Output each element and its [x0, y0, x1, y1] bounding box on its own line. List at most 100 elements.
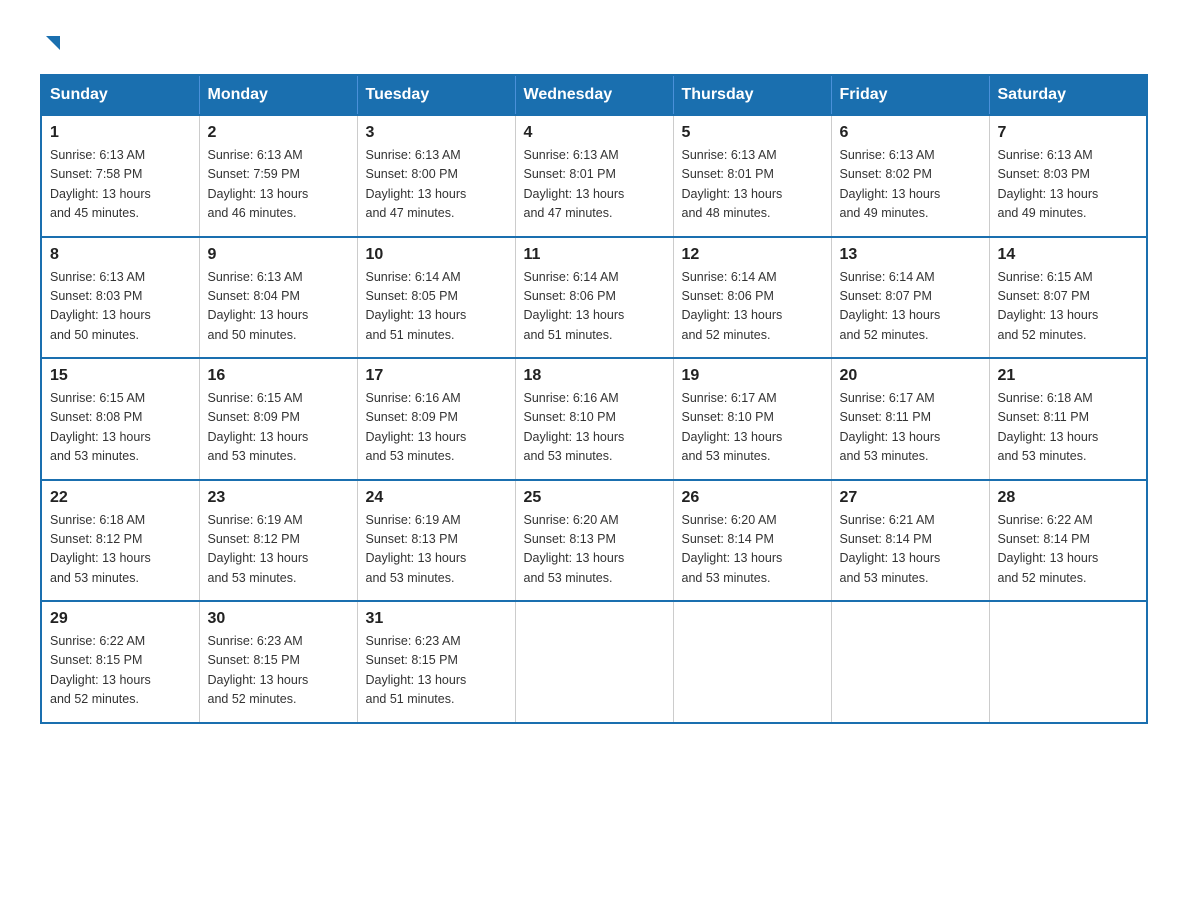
- day-info: Sunrise: 6:15 AM Sunset: 8:08 PM Dayligh…: [50, 389, 191, 467]
- calendar-cell: 7 Sunrise: 6:13 AM Sunset: 8:03 PM Dayli…: [989, 115, 1147, 237]
- day-number: 2: [208, 124, 349, 142]
- calendar-cell: 16 Sunrise: 6:15 AM Sunset: 8:09 PM Dayl…: [199, 358, 357, 480]
- logo-triangle-icon: [42, 32, 64, 54]
- weekday-header-friday: Friday: [831, 75, 989, 115]
- day-info: Sunrise: 6:23 AM Sunset: 8:15 PM Dayligh…: [208, 632, 349, 710]
- calendar-cell: 23 Sunrise: 6:19 AM Sunset: 8:12 PM Dayl…: [199, 480, 357, 602]
- day-info: Sunrise: 6:14 AM Sunset: 8:06 PM Dayligh…: [682, 268, 823, 346]
- day-number: 31: [366, 610, 507, 628]
- calendar-cell: 15 Sunrise: 6:15 AM Sunset: 8:08 PM Dayl…: [41, 358, 199, 480]
- day-info: Sunrise: 6:14 AM Sunset: 8:06 PM Dayligh…: [524, 268, 665, 346]
- day-info: Sunrise: 6:13 AM Sunset: 8:01 PM Dayligh…: [524, 146, 665, 224]
- calendar-cell: 6 Sunrise: 6:13 AM Sunset: 8:02 PM Dayli…: [831, 115, 989, 237]
- day-info: Sunrise: 6:13 AM Sunset: 7:59 PM Dayligh…: [208, 146, 349, 224]
- day-number: 8: [50, 246, 191, 264]
- calendar-cell: 17 Sunrise: 6:16 AM Sunset: 8:09 PM Dayl…: [357, 358, 515, 480]
- calendar-cell: 3 Sunrise: 6:13 AM Sunset: 8:00 PM Dayli…: [357, 115, 515, 237]
- day-info: Sunrise: 6:19 AM Sunset: 8:12 PM Dayligh…: [208, 511, 349, 589]
- day-info: Sunrise: 6:18 AM Sunset: 8:11 PM Dayligh…: [998, 389, 1139, 467]
- logo: [40, 30, 64, 54]
- weekday-header-saturday: Saturday: [989, 75, 1147, 115]
- day-number: 15: [50, 367, 191, 385]
- day-info: Sunrise: 6:16 AM Sunset: 8:09 PM Dayligh…: [366, 389, 507, 467]
- calendar-cell: 11 Sunrise: 6:14 AM Sunset: 8:06 PM Dayl…: [515, 237, 673, 359]
- day-info: Sunrise: 6:22 AM Sunset: 8:15 PM Dayligh…: [50, 632, 191, 710]
- calendar-cell: [831, 601, 989, 723]
- calendar-cell: 2 Sunrise: 6:13 AM Sunset: 7:59 PM Dayli…: [199, 115, 357, 237]
- day-number: 17: [366, 367, 507, 385]
- weekday-header-wednesday: Wednesday: [515, 75, 673, 115]
- header: [40, 30, 1148, 54]
- day-info: Sunrise: 6:15 AM Sunset: 8:09 PM Dayligh…: [208, 389, 349, 467]
- day-number: 22: [50, 489, 191, 507]
- day-info: Sunrise: 6:19 AM Sunset: 8:13 PM Dayligh…: [366, 511, 507, 589]
- day-number: 5: [682, 124, 823, 142]
- weekday-header-thursday: Thursday: [673, 75, 831, 115]
- calendar-cell: 28 Sunrise: 6:22 AM Sunset: 8:14 PM Dayl…: [989, 480, 1147, 602]
- day-info: Sunrise: 6:13 AM Sunset: 8:03 PM Dayligh…: [998, 146, 1139, 224]
- week-row-1: 1 Sunrise: 6:13 AM Sunset: 7:58 PM Dayli…: [41, 115, 1147, 237]
- day-number: 10: [366, 246, 507, 264]
- calendar-cell: 19 Sunrise: 6:17 AM Sunset: 8:10 PM Dayl…: [673, 358, 831, 480]
- day-number: 11: [524, 246, 665, 264]
- day-number: 29: [50, 610, 191, 628]
- day-info: Sunrise: 6:23 AM Sunset: 8:15 PM Dayligh…: [366, 632, 507, 710]
- calendar-cell: 25 Sunrise: 6:20 AM Sunset: 8:13 PM Dayl…: [515, 480, 673, 602]
- calendar-cell: 9 Sunrise: 6:13 AM Sunset: 8:04 PM Dayli…: [199, 237, 357, 359]
- calendar-cell: 13 Sunrise: 6:14 AM Sunset: 8:07 PM Dayl…: [831, 237, 989, 359]
- day-number: 3: [366, 124, 507, 142]
- weekday-header-sunday: Sunday: [41, 75, 199, 115]
- day-info: Sunrise: 6:17 AM Sunset: 8:11 PM Dayligh…: [840, 389, 981, 467]
- day-number: 7: [998, 124, 1139, 142]
- calendar-cell: 10 Sunrise: 6:14 AM Sunset: 8:05 PM Dayl…: [357, 237, 515, 359]
- day-number: 27: [840, 489, 981, 507]
- calendar-cell: 5 Sunrise: 6:13 AM Sunset: 8:01 PM Dayli…: [673, 115, 831, 237]
- calendar-body: 1 Sunrise: 6:13 AM Sunset: 7:58 PM Dayli…: [41, 115, 1147, 723]
- day-info: Sunrise: 6:21 AM Sunset: 8:14 PM Dayligh…: [840, 511, 981, 589]
- day-number: 13: [840, 246, 981, 264]
- day-number: 30: [208, 610, 349, 628]
- week-row-5: 29 Sunrise: 6:22 AM Sunset: 8:15 PM Dayl…: [41, 601, 1147, 723]
- day-number: 25: [524, 489, 665, 507]
- day-number: 28: [998, 489, 1139, 507]
- day-number: 20: [840, 367, 981, 385]
- day-info: Sunrise: 6:14 AM Sunset: 8:05 PM Dayligh…: [366, 268, 507, 346]
- day-info: Sunrise: 6:13 AM Sunset: 8:00 PM Dayligh…: [366, 146, 507, 224]
- calendar-cell: [673, 601, 831, 723]
- day-info: Sunrise: 6:15 AM Sunset: 8:07 PM Dayligh…: [998, 268, 1139, 346]
- calendar-cell: 24 Sunrise: 6:19 AM Sunset: 8:13 PM Dayl…: [357, 480, 515, 602]
- day-info: Sunrise: 6:13 AM Sunset: 8:02 PM Dayligh…: [840, 146, 981, 224]
- day-info: Sunrise: 6:17 AM Sunset: 8:10 PM Dayligh…: [682, 389, 823, 467]
- calendar-cell: 26 Sunrise: 6:20 AM Sunset: 8:14 PM Dayl…: [673, 480, 831, 602]
- day-number: 4: [524, 124, 665, 142]
- calendar-cell: 4 Sunrise: 6:13 AM Sunset: 8:01 PM Dayli…: [515, 115, 673, 237]
- day-info: Sunrise: 6:22 AM Sunset: 8:14 PM Dayligh…: [998, 511, 1139, 589]
- day-number: 6: [840, 124, 981, 142]
- day-number: 9: [208, 246, 349, 264]
- day-info: Sunrise: 6:13 AM Sunset: 7:58 PM Dayligh…: [50, 146, 191, 224]
- calendar-cell: 14 Sunrise: 6:15 AM Sunset: 8:07 PM Dayl…: [989, 237, 1147, 359]
- calendar-cell: 1 Sunrise: 6:13 AM Sunset: 7:58 PM Dayli…: [41, 115, 199, 237]
- day-info: Sunrise: 6:20 AM Sunset: 8:13 PM Dayligh…: [524, 511, 665, 589]
- calendar-cell: 30 Sunrise: 6:23 AM Sunset: 8:15 PM Dayl…: [199, 601, 357, 723]
- calendar-cell: [989, 601, 1147, 723]
- day-number: 14: [998, 246, 1139, 264]
- day-info: Sunrise: 6:20 AM Sunset: 8:14 PM Dayligh…: [682, 511, 823, 589]
- day-info: Sunrise: 6:18 AM Sunset: 8:12 PM Dayligh…: [50, 511, 191, 589]
- day-number: 19: [682, 367, 823, 385]
- week-row-3: 15 Sunrise: 6:15 AM Sunset: 8:08 PM Dayl…: [41, 358, 1147, 480]
- calendar: SundayMondayTuesdayWednesdayThursdayFrid…: [40, 74, 1148, 724]
- calendar-cell: 18 Sunrise: 6:16 AM Sunset: 8:10 PM Dayl…: [515, 358, 673, 480]
- calendar-cell: 22 Sunrise: 6:18 AM Sunset: 8:12 PM Dayl…: [41, 480, 199, 602]
- day-info: Sunrise: 6:13 AM Sunset: 8:04 PM Dayligh…: [208, 268, 349, 346]
- day-number: 12: [682, 246, 823, 264]
- calendar-cell: 31 Sunrise: 6:23 AM Sunset: 8:15 PM Dayl…: [357, 601, 515, 723]
- day-number: 26: [682, 489, 823, 507]
- day-info: Sunrise: 6:13 AM Sunset: 8:01 PM Dayligh…: [682, 146, 823, 224]
- day-number: 21: [998, 367, 1139, 385]
- day-number: 18: [524, 367, 665, 385]
- day-info: Sunrise: 6:14 AM Sunset: 8:07 PM Dayligh…: [840, 268, 981, 346]
- calendar-cell: 12 Sunrise: 6:14 AM Sunset: 8:06 PM Dayl…: [673, 237, 831, 359]
- week-row-4: 22 Sunrise: 6:18 AM Sunset: 8:12 PM Dayl…: [41, 480, 1147, 602]
- calendar-header: SundayMondayTuesdayWednesdayThursdayFrid…: [41, 75, 1147, 115]
